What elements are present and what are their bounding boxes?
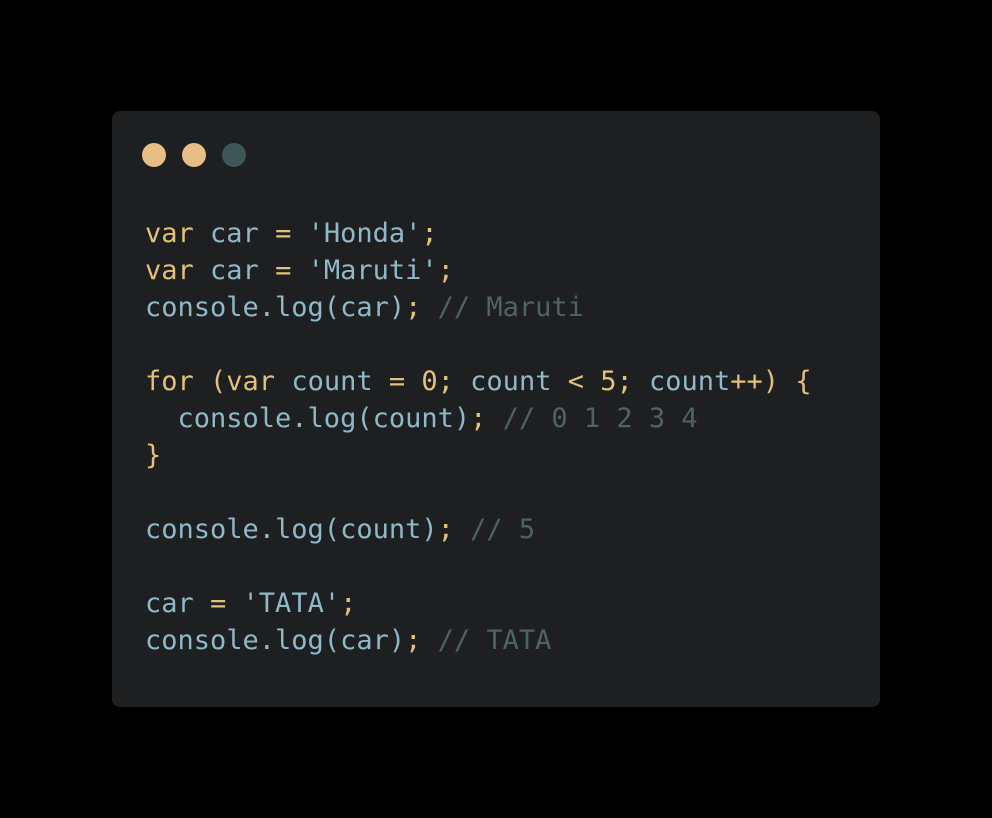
- code-line: console.log(car); // TATA: [145, 622, 812, 659]
- code-line: console.log(count); // 0 1 2 3 4: [145, 400, 812, 437]
- code-token-id: console.log(car): [145, 625, 406, 656]
- code-token-punc: ++) {: [730, 366, 812, 397]
- code-token-punc: ;: [405, 625, 438, 656]
- code-line: var car = 'Honda';: [145, 215, 812, 252]
- code-line: var car = 'Maruti';: [145, 252, 812, 289]
- code-token-comment: // TATA: [437, 625, 552, 656]
- code-token-punc: ;: [437, 514, 471, 545]
- code-token-punc: ;: [340, 588, 357, 619]
- code-token-kw: var: [145, 218, 211, 249]
- code-token-punc: ;: [437, 366, 471, 397]
- code-token-str: 'Maruti': [307, 255, 438, 286]
- code-token-punc: }: [145, 440, 162, 471]
- code-token-id: count: [649, 366, 731, 397]
- code-token-punc: =: [275, 218, 308, 249]
- code-token-id: car: [210, 255, 276, 286]
- code-token-id: console.log(car): [145, 292, 406, 323]
- code-token-punc: (: [210, 366, 227, 397]
- code-token-id: count: [291, 366, 389, 397]
- code-line: car = 'TATA';: [145, 585, 812, 622]
- code-token-punc: ;: [470, 403, 503, 434]
- code-token-id: console.log(count): [145, 514, 438, 545]
- code-token-comment: // Maruti: [437, 292, 584, 323]
- code-token-id: console.log(count): [145, 403, 471, 434]
- code-block: var car = 'Honda'; var car = 'Maruti'; con…: [145, 215, 812, 659]
- code-line: }: [145, 437, 812, 474]
- code-token-punc: <: [567, 366, 601, 397]
- code-window: var car = 'Honda'; var car = 'Maruti'; con…: [112, 111, 880, 707]
- code-token-kw: var: [145, 255, 211, 286]
- code-token-punc: ;: [437, 255, 454, 286]
- code-token-punc: =: [210, 588, 243, 619]
- code-token-id: count: [470, 366, 568, 397]
- code-token-str: 'TATA': [242, 588, 341, 619]
- code-line: console.log(car); // Maruti: [145, 289, 812, 326]
- code-token-punc: =: [388, 366, 422, 397]
- code-token-kw: var: [226, 366, 292, 397]
- minimize-dot-icon[interactable]: [182, 143, 206, 167]
- code-token-punc: =: [275, 255, 308, 286]
- close-dot-icon[interactable]: [142, 143, 166, 167]
- code-token-punc: ;: [616, 366, 650, 397]
- code-token-punc: ;: [421, 218, 438, 249]
- code-token-comment: // 0 1 2 3 4: [502, 403, 698, 434]
- code-token-id: car: [145, 588, 211, 619]
- code-line: for (var count = 0; count < 5; count++) …: [145, 363, 812, 400]
- code-token-punc: ;: [405, 292, 438, 323]
- code-token-str: 'Honda': [307, 218, 422, 249]
- code-token-comment: // 5: [470, 514, 536, 545]
- code-token-num: 0: [421, 366, 438, 397]
- maximize-dot-icon[interactable]: [222, 143, 246, 167]
- code-token-id: car: [210, 218, 276, 249]
- code-token-num: 5: [600, 366, 617, 397]
- code-token-kw: for: [145, 366, 211, 397]
- code-line: console.log(count); // 5: [145, 511, 812, 548]
